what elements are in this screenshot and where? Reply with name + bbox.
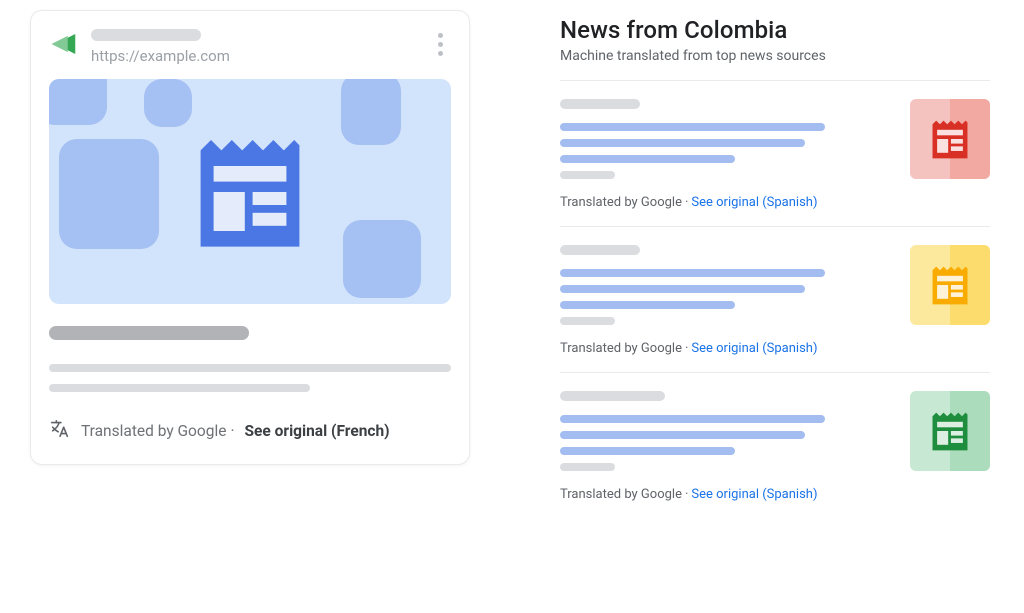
headline-line [560, 139, 805, 147]
translated-by-label: Translated by Google [81, 422, 226, 440]
overflow-menu-button[interactable] [429, 29, 451, 56]
see-original-link[interactable]: See original (Spanish) [691, 195, 817, 210]
news-item[interactable]: Translated by Google·See original (Spani… [560, 226, 990, 372]
result-title-placeholder [49, 326, 249, 340]
site-name-placeholder [91, 29, 201, 41]
headline-line [560, 155, 735, 163]
panel-title: News from Colombia [560, 16, 990, 44]
snippet-line [49, 364, 451, 372]
source-placeholder [560, 99, 640, 109]
see-original-link[interactable]: See original (Spanish) [691, 487, 817, 502]
news-item[interactable]: Translated by Google·See original (Spani… [560, 80, 990, 226]
news-body: Translated by Google·See original (Spani… [560, 245, 890, 356]
document-icon [910, 245, 990, 325]
snippet-line [49, 384, 310, 392]
translation-footer: Translated by Google · See original (Fre… [49, 418, 451, 444]
see-original-link[interactable]: See original (Spanish) [691, 341, 817, 356]
translated-by-label: Translated by Google [560, 195, 682, 210]
news-body: Translated by Google·See original (Spani… [560, 391, 890, 502]
document-icon [49, 79, 451, 304]
result-snippet [49, 326, 451, 404]
news-thumbnail [910, 99, 990, 179]
result-header: https://example.com [49, 29, 451, 65]
source-placeholder [560, 245, 640, 255]
translated-by-label: Translated by Google [560, 487, 682, 502]
translation-footer: Translated by Google·See original (Spani… [560, 195, 890, 210]
headline-line [560, 431, 805, 439]
site-url: https://example.com [91, 47, 230, 65]
headline-line [560, 415, 825, 423]
news-thumbnail [910, 391, 990, 471]
headline-line [560, 447, 735, 455]
meta-placeholder [560, 171, 615, 179]
headline-line [560, 269, 825, 277]
site-logo-icon [49, 29, 79, 59]
document-icon [910, 391, 990, 471]
meta-placeholder [560, 317, 615, 325]
news-thumbnail [910, 245, 990, 325]
search-result-card: https://example.com Translated by Goog [30, 10, 470, 465]
see-original-link[interactable]: See original (French) [245, 422, 390, 440]
document-icon [910, 99, 990, 179]
headline-line [560, 123, 825, 131]
news-item[interactable]: Translated by Google·See original (Spani… [560, 372, 990, 518]
news-body: Translated by Google·See original (Spani… [560, 99, 890, 210]
site-identity: https://example.com [49, 29, 417, 65]
translate-icon [49, 418, 71, 444]
translation-footer: Translated by Google·See original (Spani… [560, 487, 890, 502]
headline-line [560, 285, 805, 293]
translated-by-label: Translated by Google [560, 341, 682, 356]
headline-line [560, 301, 735, 309]
result-hero-thumbnail [49, 79, 451, 304]
meta-placeholder [560, 463, 615, 471]
news-panel: News from Colombia Machine translated fr… [560, 10, 990, 613]
site-meta: https://example.com [91, 29, 230, 65]
panel-subtitle: Machine translated from top news sources [560, 48, 990, 64]
translation-footer: Translated by Google·See original (Spani… [560, 341, 890, 356]
source-placeholder [560, 391, 665, 401]
